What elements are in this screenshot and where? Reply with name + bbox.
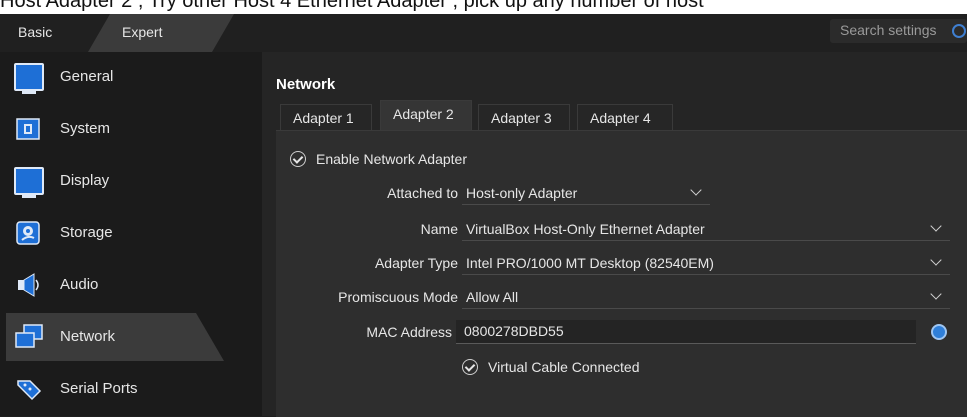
settings-sidebar: General System Display Storage Audio Net… <box>0 52 262 416</box>
sidebar-item-display[interactable]: Display <box>0 156 262 208</box>
promiscuous-mode-value: Allow All <box>466 289 519 305</box>
page-title: Network <box>276 76 336 93</box>
sidebar-item-label: General <box>60 68 114 85</box>
promiscuous-mode-label: Promiscuous Mode <box>338 289 458 305</box>
name-select[interactable]: VirtualBox Host-Only Ethernet Adapter <box>462 219 950 241</box>
chevron-down-icon <box>930 220 942 232</box>
background-window-strip: Host Adapter 2 , Try other Host 4 Ethern… <box>0 0 967 14</box>
adapter-panel: Enable Network Adapter Attached to Host-… <box>276 130 967 417</box>
search-placeholder: Search settings <box>840 22 937 38</box>
tab-label: Adapter 3 <box>491 110 552 126</box>
background-window-text: Host Adapter 2 , Try other Host 4 Ethern… <box>0 0 704 12</box>
mac-address-field[interactable]: 0800278DBD55 <box>456 320 916 344</box>
adapter-type-select[interactable]: Intel PRO/1000 MT Desktop (82540EM) <box>462 253 950 275</box>
general-icon <box>14 63 44 94</box>
tab-label: Adapter 2 <box>393 106 454 122</box>
settings-content: Network Adapter 1 Adapter 2 Adapter 3 Ad… <box>262 52 967 417</box>
search-icon <box>952 24 966 38</box>
mac-address-label: MAC Address <box>366 324 452 340</box>
tab-adapter-3[interactable]: Adapter 3 <box>478 104 570 130</box>
sidebar-item-audio[interactable]: Audio <box>0 260 262 312</box>
promiscuous-mode-select[interactable]: Allow All <box>462 287 950 309</box>
chevron-down-icon <box>690 184 702 196</box>
attached-to-value: Host-only Adapter <box>466 185 578 201</box>
network-icon <box>14 323 44 351</box>
mode-expert-button[interactable]: Expert <box>88 14 234 52</box>
attached-to-select[interactable]: Host-only Adapter <box>462 183 710 205</box>
mac-address-value: 0800278DBD55 <box>464 323 564 339</box>
tab-adapter-1[interactable]: Adapter 1 <box>280 104 372 130</box>
sidebar-item-general[interactable]: General <box>0 52 262 104</box>
tab-adapter-4[interactable]: Adapter 4 <box>577 104 673 130</box>
sidebar-item-label: System <box>60 120 111 137</box>
name-value: VirtualBox Host-Only Ethernet Adapter <box>466 221 705 237</box>
sidebar-item-label: Serial Ports <box>60 380 138 397</box>
settings-toolbar: Basic Expert Search settings <box>0 14 967 52</box>
search-settings-input[interactable]: Search settings <box>830 19 967 43</box>
sidebar-item-serial-ports[interactable]: Serial Ports <box>0 364 262 416</box>
sidebar-item-storage[interactable]: Storage <box>0 208 262 260</box>
enable-adapter-checkbox[interactable] <box>290 151 306 167</box>
name-label: Name <box>420 221 458 237</box>
adapter-type-label: Adapter Type <box>374 255 458 271</box>
attached-to-label: Attached to <box>387 185 458 201</box>
enable-adapter-label: Enable Network Adapter <box>316 151 467 167</box>
cable-connected-checkbox[interactable] <box>462 359 478 375</box>
tab-adapter-2[interactable]: Adapter 2 <box>380 100 472 130</box>
refresh-mac-icon[interactable] <box>931 324 947 340</box>
audio-icon <box>14 271 44 299</box>
sidebar-item-label: Network <box>60 328 116 345</box>
cable-connected-label: Virtual Cable Connected <box>488 359 640 375</box>
tab-label: Adapter 4 <box>590 110 651 126</box>
chevron-down-icon <box>930 254 942 266</box>
mode-expert-label: Expert <box>122 24 163 40</box>
sidebar-item-label: Audio <box>60 276 99 293</box>
sidebar-item-system[interactable]: System <box>0 104 262 156</box>
system-icon <box>14 115 44 143</box>
sidebar-item-network[interactable]: Network <box>0 312 262 364</box>
tab-label: Adapter 1 <box>293 110 354 126</box>
mode-basic-button[interactable]: Basic <box>18 24 52 40</box>
adapter-type-value: Intel PRO/1000 MT Desktop (82540EM) <box>466 255 714 271</box>
sidebar-item-label: Storage <box>60 224 113 241</box>
chevron-down-icon <box>930 288 942 300</box>
serial-ports-icon <box>14 375 44 403</box>
sidebar-item-label: Display <box>60 172 110 189</box>
storage-icon <box>14 219 44 247</box>
display-icon <box>14 167 44 198</box>
